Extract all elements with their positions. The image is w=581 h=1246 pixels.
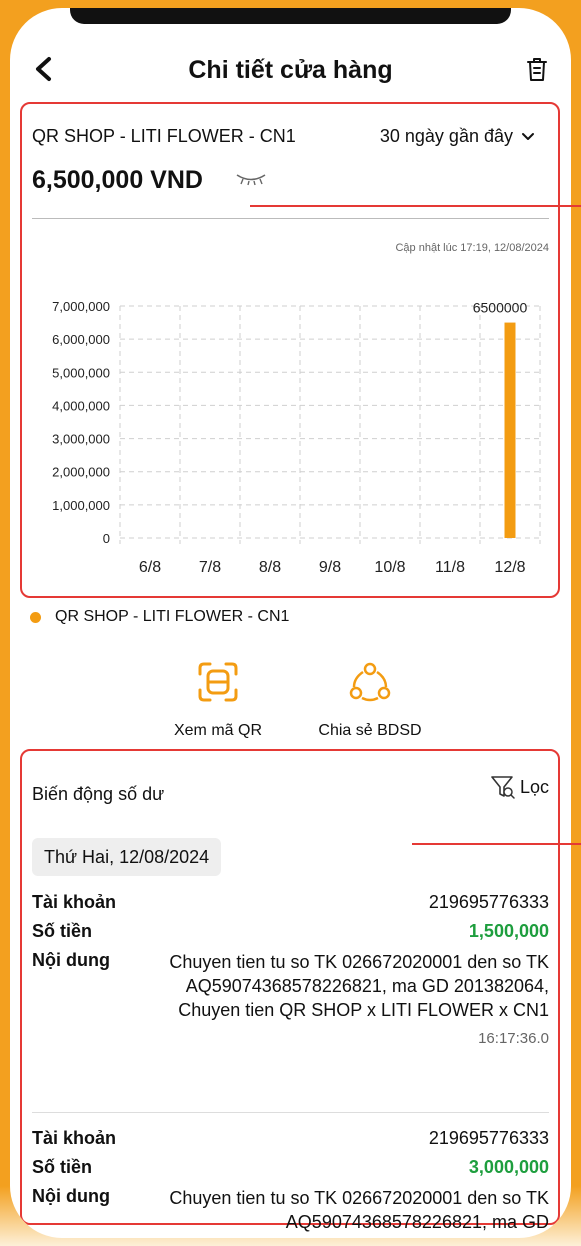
x-tick-label: 9/8 — [319, 559, 341, 576]
y-tick-label: 6,000,000 — [52, 332, 110, 347]
amount-value: 3,000,000 — [468, 1157, 549, 1177]
x-tick-label: 6/8 — [139, 559, 161, 576]
filter-label: Lọc — [519, 776, 549, 797]
x-tick-label: 10/8 — [374, 559, 405, 576]
phone-notch — [70, 8, 511, 24]
y-tick-label: 5,000,000 — [52, 365, 110, 380]
x-tick-label: 11/8 — [435, 559, 465, 576]
annotation-line — [412, 843, 581, 845]
content-label: Nội dung — [32, 950, 110, 970]
transaction-card[interactable]: Tài khoản 219695776333 Số tiền 3,000,000… — [32, 1128, 549, 1238]
date-header: Thứ Hai, 12/08/2024 — [32, 838, 222, 876]
y-tick-label: 3,000,000 — [52, 432, 110, 447]
amount-label: Số tiền — [32, 1157, 93, 1177]
account-label: Tài khoản — [32, 892, 117, 912]
transaction-card[interactable]: Tài khoản 219695776333 Số tiền 1,500,000… — [32, 892, 549, 1047]
delete-button[interactable] — [523, 52, 551, 86]
share-bdsd-button[interactable]: Chia sẻ BDSD — [300, 660, 440, 740]
account-value: 219695776333 — [428, 1128, 549, 1148]
annotation-line — [250, 205, 581, 207]
period-dropdown[interactable]: 30 ngày gần đây — [380, 126, 535, 147]
header: Chi tiết cửa hàng — [10, 48, 571, 94]
legend-dot — [30, 611, 41, 623]
share-nodes-icon — [349, 662, 391, 702]
amount-value: 1,500,000 — [468, 921, 549, 941]
updated-time: Cập nhật lúc 17:19, 12/08/2024 — [395, 242, 549, 254]
transaction-time: 16:17:36.0 — [478, 1030, 549, 1047]
data-label: 6500000 — [473, 300, 528, 316]
x-tick-label: 8/8 — [259, 559, 281, 576]
bar — [504, 322, 516, 538]
amount-label: Số tiền — [32, 921, 93, 941]
content-value: Chuyen tien tu so TK 026672020001 den so… — [169, 952, 549, 1020]
balance-chart: 0 1,000,000 2,000,000 3,000,000 4,000,000 5,0… — [52, 299, 541, 576]
x-tick-label: 12/8 — [494, 559, 525, 576]
view-qr-button[interactable]: Xem mã QR — [158, 660, 278, 740]
chart-legend: QR SHOP - LITI FLOWER - CN1 — [30, 608, 289, 626]
balance-amount: 6,500,000 VND — [32, 166, 203, 194]
filter-button[interactable]: Lọc — [490, 774, 549, 800]
y-tick-label: 1,000,000 — [52, 498, 110, 513]
account-label: Tài khoản — [32, 1128, 117, 1148]
content-label: Nội dung — [32, 1186, 110, 1206]
page-title: Chi tiết cửa hàng — [188, 56, 393, 84]
y-tick-label: 2,000,000 — [52, 465, 110, 480]
eye-closed-icon[interactable] — [234, 172, 268, 186]
y-tick-label: 4,000,000 — [52, 398, 110, 413]
divider — [32, 218, 549, 219]
qr-scan-icon — [198, 662, 238, 702]
trash-icon — [527, 58, 547, 81]
filter-icon — [491, 776, 515, 799]
chevron-down-icon — [522, 132, 534, 140]
x-tick-label: 7/8 — [199, 559, 221, 576]
phone-screen: Chi tiết cửa hàng QR SHOP - LITI FLOWER … — [10, 8, 571, 1238]
y-tick-label: 0 — [103, 531, 110, 546]
account-value: 219695776333 — [428, 892, 549, 912]
view-qr-label: Xem mã QR — [173, 722, 262, 739]
legend-label: QR SHOP - LITI FLOWER - CN1 — [55, 608, 290, 625]
y-tick-label: 7,000,000 — [52, 299, 110, 314]
period-label: 30 ngày gần đây — [379, 126, 513, 146]
section-title: Biến động số dư — [32, 784, 165, 804]
content-value: Chuyen tien tu so TK 026672020001 den so… — [169, 1188, 549, 1232]
divider — [32, 1112, 549, 1113]
share-bdsd-label: Chia sẻ BDSD — [318, 722, 422, 739]
shop-name: QR SHOP - LITI FLOWER - CN1 — [32, 126, 296, 146]
